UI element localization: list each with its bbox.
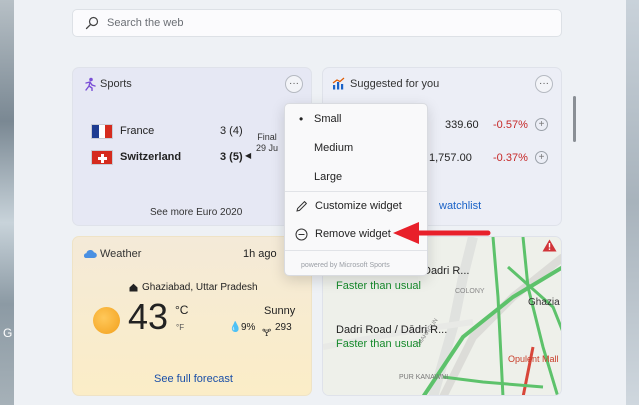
menu-item-customize[interactable]: Customize widget <box>285 193 427 219</box>
switzerland-flag-icon <box>91 149 113 165</box>
team-row-switzerland: Switzerland <box>91 148 181 166</box>
annotation-arrow-icon <box>393 222 491 244</box>
air-quality-icon: 🝖 <box>262 328 272 339</box>
traffic-route-name: Dadri R... <box>423 265 470 277</box>
widget-size-menu: • Small Medium Large Customize widget Re… <box>284 103 428 276</box>
sports-more-button[interactable]: ··· <box>285 75 303 93</box>
weather-location: Ghaziabad, Uttar Pradesh <box>142 282 258 293</box>
menu-item-label: Small <box>314 113 342 125</box>
stock-change: -0.57% <box>493 119 528 131</box>
sports-title: Sports <box>100 78 132 90</box>
forecast-link[interactable]: See full forecast <box>154 373 233 385</box>
sports-icon <box>85 77 96 91</box>
menu-item-large[interactable]: Large <box>285 164 427 190</box>
fahrenheit-toggle[interactable]: °F <box>176 323 184 332</box>
team-row-france: France <box>91 122 154 140</box>
menu-item-label: Medium <box>314 142 354 154</box>
team-score: 3 (4) <box>220 125 243 137</box>
menu-divider <box>285 191 427 192</box>
weather-updated-time: 1h ago <box>243 248 277 260</box>
scrollbar[interactable] <box>573 96 576 142</box>
selected-bullet-icon: • <box>299 112 304 126</box>
menu-divider <box>285 250 427 251</box>
cloud-icon <box>83 249 97 258</box>
weather-temperature: 43 <box>128 296 169 337</box>
match-date: 29 Ju <box>256 143 279 153</box>
stock-price: 339.60 <box>445 119 479 131</box>
menu-item-label: Large <box>314 171 343 183</box>
powered-by-text: powered by Microsoft Sports <box>301 262 390 269</box>
team-score: 3 (5) <box>220 151 243 163</box>
map-label: COLONY <box>455 288 485 295</box>
winner-indicator-icon: ◀ <box>245 151 252 160</box>
weather-title: Weather <box>100 248 142 260</box>
map-label: Ghazia <box>528 297 560 308</box>
remove-circle-icon <box>295 228 308 240</box>
celsius-toggle[interactable]: °C <box>175 303 188 317</box>
desktop-background: G <box>0 0 14 405</box>
droplet-icon: 💧 <box>229 322 242 333</box>
match-status: Final 29 Ju <box>256 132 278 154</box>
desktop-background-right <box>626 0 639 405</box>
finance-chart-icon <box>332 77 345 90</box>
warning-icon <box>542 239 557 252</box>
map-label: Opulent Mall <box>508 354 559 364</box>
see-more-link[interactable]: See more Euro 2020 <box>150 207 242 218</box>
desktop-label: G <box>3 326 13 340</box>
plus-icon: + <box>538 118 545 130</box>
more-options-icon: ··· <box>539 78 549 89</box>
home-icon <box>129 283 138 292</box>
search-input[interactable]: Search the web <box>107 17 183 29</box>
weather-condition: Sunny <box>264 305 296 317</box>
sunny-icon <box>93 307 120 334</box>
menu-item-medium[interactable]: Medium <box>285 135 427 161</box>
precipitation-value: 9% <box>241 322 256 333</box>
sports-widget[interactable]: Sports ··· France 3 (4) Switzerland 3 (5… <box>72 67 312 226</box>
traffic-status: Faster than usual <box>336 338 421 350</box>
stock-change: -0.37% <box>493 152 528 164</box>
suggested-more-button[interactable]: ··· <box>535 75 553 93</box>
menu-item-label: Remove widget <box>315 228 391 240</box>
weather-widget[interactable]: Weather 1h ago ··· Ghaziabad, Uttar Prad… <box>72 236 312 396</box>
pencil-icon <box>296 200 308 212</box>
traffic-route-name: Dadri Road / Dādri R... <box>336 324 448 336</box>
traffic-status: Faster than usual <box>336 280 421 292</box>
air-quality-value: 293 <box>275 322 292 333</box>
map-label: PUR KANAWNI <box>399 374 449 381</box>
match-status-line: Final <box>257 132 277 142</box>
search-bar[interactable]: Search the web <box>72 9 562 37</box>
team-name: France <box>120 125 155 137</box>
team-name: Switzerland <box>120 151 182 163</box>
more-options-icon: ··· <box>289 78 299 89</box>
suggested-title: Suggested for you <box>350 78 440 90</box>
watchlist-link[interactable]: watchlist <box>439 200 481 212</box>
search-icon <box>85 16 99 30</box>
add-to-watchlist-button[interactable]: + <box>535 151 548 164</box>
france-flag-icon <box>91 123 113 139</box>
stock-price: 1,757.00 <box>429 152 472 164</box>
menu-item-small[interactable]: • Small <box>285 106 427 132</box>
plus-icon: + <box>538 151 545 163</box>
add-to-watchlist-button[interactable]: + <box>535 118 548 131</box>
menu-item-label: Customize widget <box>315 200 402 212</box>
